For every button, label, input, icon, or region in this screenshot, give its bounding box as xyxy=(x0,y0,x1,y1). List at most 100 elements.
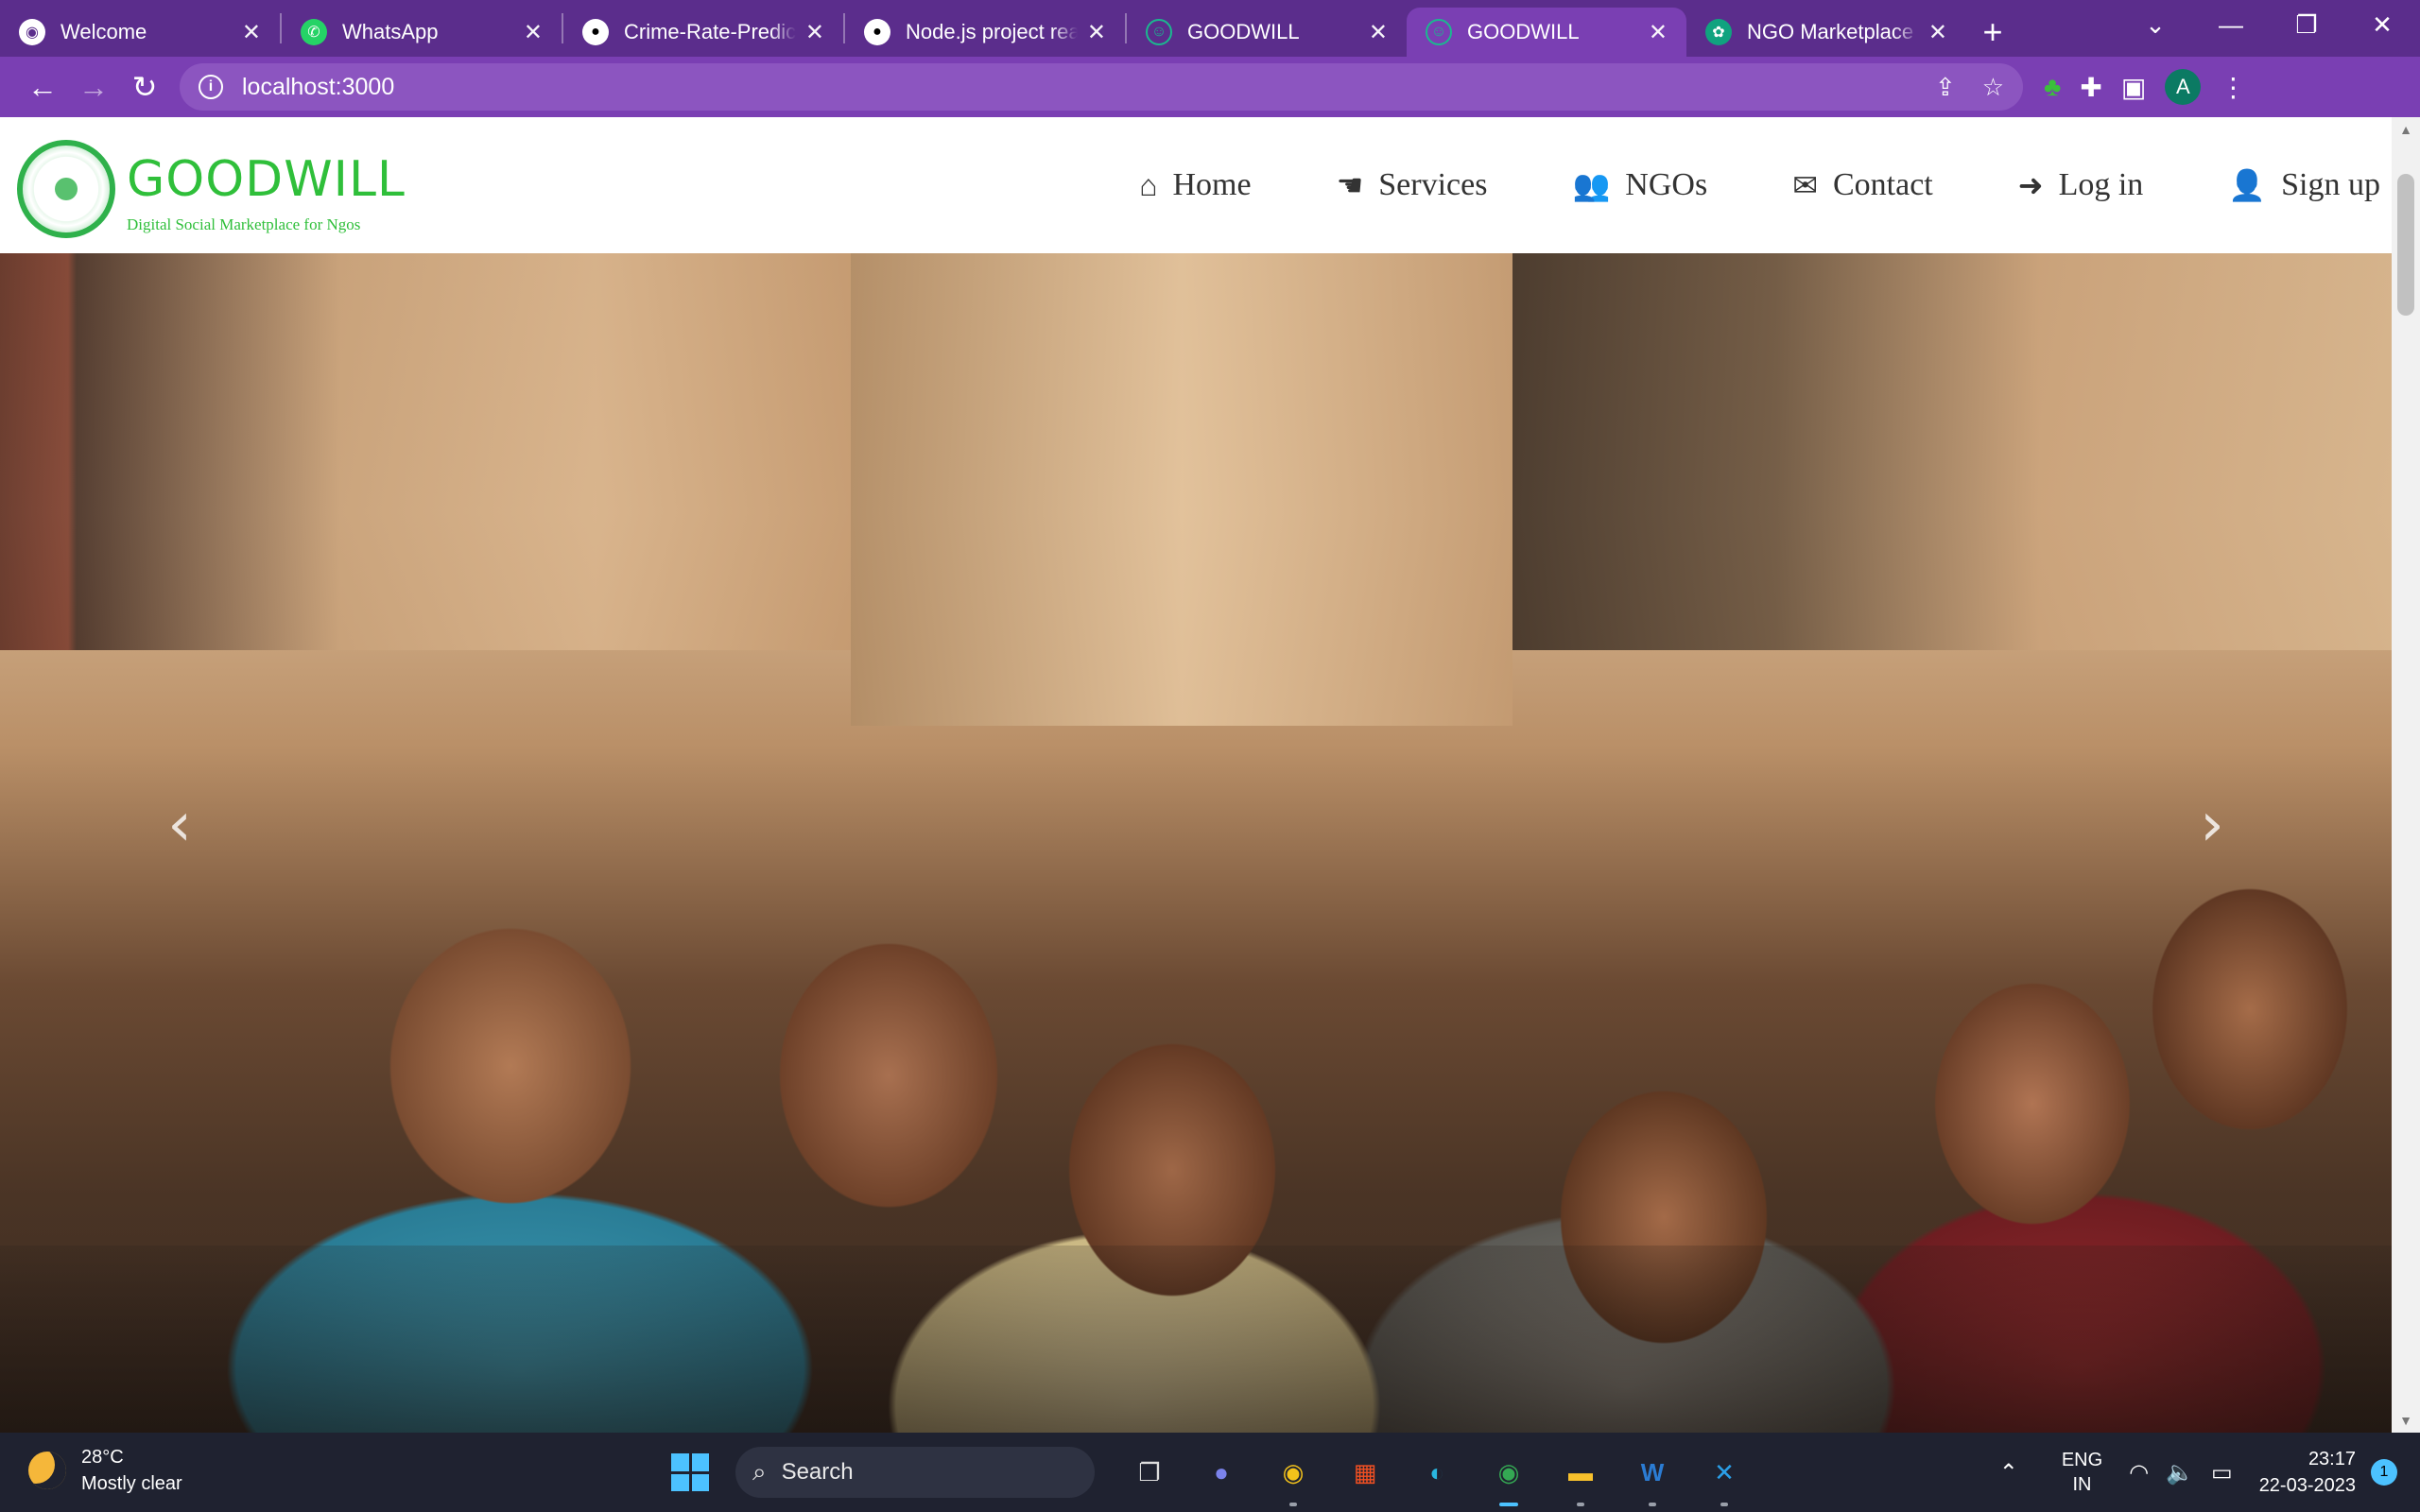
carousel-prev-icon[interactable]: ‹ xyxy=(151,782,208,868)
scroll-up-icon[interactable]: ▲ xyxy=(2392,117,2420,142)
brand-tagline: Digital Social Marketplace for Ngos xyxy=(127,215,361,233)
nav-home[interactable]: ⌂ Home xyxy=(1139,167,1251,203)
site-info-icon[interactable]: i xyxy=(199,75,223,99)
clock-time: 23:17 xyxy=(2308,1449,2356,1469)
site-navbar: GOODWILL Digital Social Marketplace for … xyxy=(0,117,2392,253)
chatgpt-icon: ✿ xyxy=(1705,19,1732,45)
restore-button[interactable]: ❐ xyxy=(2269,10,2344,40)
chevron-up-icon[interactable]: ⌃ xyxy=(1999,1459,2018,1486)
weather-temp: 28°C xyxy=(81,1447,124,1468)
page-scrollbar[interactable]: ▲ ▼ xyxy=(2392,117,2420,1433)
envelope-icon: ✉ xyxy=(1792,168,1818,202)
minimize-button[interactable]: — xyxy=(2193,10,2269,40)
goodwill-icon: ☺ xyxy=(1426,19,1452,45)
file-explorer-icon[interactable]: ▬ xyxy=(1554,1446,1607,1506)
close-icon[interactable]: ✕ xyxy=(1369,19,1388,46)
search-label: Search xyxy=(781,1459,854,1485)
share-icon[interactable]: ⇪ xyxy=(1935,73,1956,102)
notification-badge[interactable]: 1 xyxy=(2371,1459,2397,1486)
nav-signup[interactable]: 👤 Sign up xyxy=(2228,167,2380,203)
new-tab-button[interactable]: + xyxy=(1966,8,2019,57)
volume-icon[interactable]: 🔈 xyxy=(2166,1459,2194,1486)
window-controls: ⌄ — ❐ ✕ xyxy=(2118,0,2420,49)
wifi-icon[interactable]: ◠ xyxy=(2129,1459,2149,1486)
tab-ngo-marketplace[interactable]: ✿ NGO Marketplace W ✕ xyxy=(1686,8,1966,57)
nav-label: Contact xyxy=(1833,167,1933,202)
language-indicator[interactable]: ENG IN xyxy=(2062,1448,2102,1497)
nav-label: Home xyxy=(1172,167,1252,202)
nav-label: Sign up xyxy=(2281,167,2380,202)
browser-toolbar: ← → ↻ i localhost:3000 ⇪ ☆ ♣ ✚ ▣ A ⋮ xyxy=(0,57,2420,117)
handshake-icon: ☚ xyxy=(1336,168,1364,202)
reload-button[interactable]: ↻ xyxy=(119,61,170,112)
edge-icon[interactable]: ◐ xyxy=(1410,1446,1463,1499)
close-icon[interactable]: ✕ xyxy=(1087,19,1106,46)
system-tray: ⌃ ENG IN ◠ 🔈 ▭ 23:17 22-03-2023 1 xyxy=(1999,1442,2397,1503)
word-icon[interactable]: W xyxy=(1626,1446,1679,1506)
url-text[interactable]: localhost:3000 xyxy=(242,74,1909,101)
side-panel-icon[interactable]: ▣ xyxy=(2121,72,2146,103)
weather-widget[interactable]: 28°C Mostly clear xyxy=(28,1444,182,1497)
search-icon: ⌕ xyxy=(752,1457,767,1486)
battery-icon[interactable]: ▭ xyxy=(2211,1459,2233,1486)
brand-name[interactable]: GOODWILL xyxy=(127,151,406,208)
address-bar[interactable]: i localhost:3000 ⇪ ☆ xyxy=(180,63,2023,111)
tab-nodejs-project[interactable]: ● Node.js project reac ✕ xyxy=(845,8,1125,57)
scroll-down-icon[interactable]: ▼ xyxy=(2392,1408,2420,1433)
back-button[interactable]: ← xyxy=(17,61,68,112)
taskbar-apps: ⌕ Search ❐ ● ◉ ▦ ◐ ◉ ▬ W ✕ xyxy=(671,1442,1760,1506)
goodwill-logo[interactable] xyxy=(17,140,115,238)
tab-title: GOODWILL xyxy=(1187,20,1300,43)
tab-title: Welcome xyxy=(60,20,147,43)
nav-contact[interactable]: ✉ Contact xyxy=(1792,167,1933,203)
hero-carousel: ‹ › xyxy=(0,253,2392,1433)
chrome-icon[interactable]: ◉ xyxy=(1267,1446,1320,1506)
nav-ngos[interactable]: 👥 NGOs xyxy=(1572,167,1707,203)
globe-icon: ◉ xyxy=(19,19,45,45)
nav-label: NGOs xyxy=(1625,167,1708,202)
hero-photo-background xyxy=(851,253,1512,726)
clock[interactable]: 23:17 22-03-2023 xyxy=(2259,1446,2356,1499)
forward-button[interactable]: → xyxy=(68,61,119,112)
task-view-icon[interactable]: ❐ xyxy=(1123,1446,1176,1499)
close-icon[interactable]: ✕ xyxy=(242,19,261,46)
chrome-profile-icon[interactable]: ◉ xyxy=(1482,1446,1535,1506)
hero-photo-background xyxy=(1512,253,2392,650)
tab-search-icon[interactable]: ⌄ xyxy=(2118,10,2193,40)
windows-start-icon[interactable] xyxy=(671,1453,709,1491)
menu-kebab-icon[interactable]: ⋮ xyxy=(2220,72,2246,103)
moon-icon xyxy=(28,1452,66,1489)
hero-photo-background xyxy=(0,253,851,650)
whatsapp-icon: ✆ xyxy=(301,19,327,45)
nav-services[interactable]: ☚ Services xyxy=(1337,167,1488,203)
scrollbar-thumb[interactable] xyxy=(2397,174,2414,316)
tab-whatsapp[interactable]: ✆ WhatsApp ✕ xyxy=(282,8,562,57)
goodwill-icon: ☺ xyxy=(1146,19,1172,45)
web-page: GOODWILL Digital Social Marketplace for … xyxy=(0,117,2420,1433)
tab-crime-rate[interactable]: ● Crime-Rate-Predicti ✕ xyxy=(563,8,843,57)
teams-chat-icon[interactable]: ● xyxy=(1195,1446,1248,1499)
nav-login[interactable]: ➜ Log in xyxy=(2018,167,2144,203)
tab-title: WhatsApp xyxy=(342,20,439,43)
tab-goodwill-1[interactable]: ☺ GOODWILL ✕ xyxy=(1127,8,1407,57)
tab-welcome[interactable]: ◉ Welcome ✕ xyxy=(0,8,280,57)
close-icon[interactable]: ✕ xyxy=(1928,19,1947,46)
microsoft-store-icon[interactable]: ▦ xyxy=(1339,1446,1392,1499)
taskbar-search[interactable]: ⌕ Search xyxy=(735,1447,1095,1498)
tab-goodwill-active[interactable]: ☺ GOODWILL ✕ xyxy=(1407,8,1686,57)
close-icon[interactable]: ✕ xyxy=(805,19,824,46)
lang-code: ENG xyxy=(2061,1450,2103,1470)
bookmark-star-icon[interactable]: ☆ xyxy=(1982,73,2004,102)
close-icon[interactable]: ✕ xyxy=(1649,19,1668,46)
sign-in-icon: ➜ xyxy=(2017,168,2044,202)
tab-title: NGO Marketplace W xyxy=(1747,20,1919,43)
github-icon: ● xyxy=(864,19,890,45)
vscode-icon[interactable]: ✕ xyxy=(1698,1446,1751,1506)
carousel-next-icon[interactable]: › xyxy=(2184,782,2240,868)
close-window-button[interactable]: ✕ xyxy=(2344,10,2420,40)
tab-title: Crime-Rate-Predicti xyxy=(624,20,796,43)
tree-extension-icon[interactable]: ♣ xyxy=(2044,72,2061,102)
profile-avatar[interactable]: A xyxy=(2165,69,2202,105)
puzzle-extensions-icon[interactable]: ✚ xyxy=(2080,72,2101,103)
close-icon[interactable]: ✕ xyxy=(524,19,543,46)
